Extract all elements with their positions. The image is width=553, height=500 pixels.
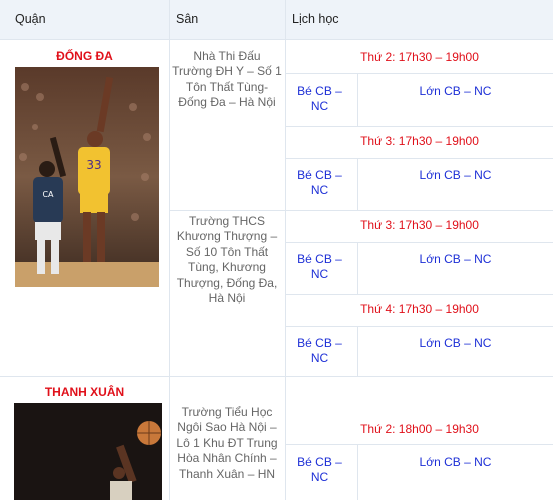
level-kids: Bé CB – NC bbox=[297, 252, 342, 281]
header-schedule: Lịch học bbox=[292, 12, 339, 26]
venue-name: Trường THCS Khương Thượng – Số 10 Tôn Th… bbox=[176, 214, 278, 306]
schedule-day: Thứ 3: 17h30 – 19h00 bbox=[360, 134, 479, 148]
svg-text:33: 33 bbox=[86, 158, 101, 172]
venue-name: Trường Tiểu Học Ngôi Sao Hà Nội – Lô 1 K… bbox=[176, 405, 278, 481]
level-adults: Lớn CB – NC bbox=[419, 252, 492, 266]
level-adults: Lớn CB – NC bbox=[419, 168, 492, 182]
district-name: ĐỐNG ĐA bbox=[56, 49, 113, 63]
table-header: Quận Sân Lịch học bbox=[0, 0, 553, 40]
level-adults: Lớn CB – NC bbox=[419, 455, 492, 469]
schedule-day: Thứ 2: 18h00 – 19h30 bbox=[360, 422, 479, 436]
table-row: ĐỐNG ĐA 33 CA Nhà Thi Đấu Trường ĐH Y – … bbox=[0, 40, 553, 376]
schedule-day: Thứ 3: 17h30 – 19h00 bbox=[360, 218, 479, 232]
venue-name: Nhà Thi Đấu Trường ĐH Y – Số 1 Tôn Thất … bbox=[172, 49, 282, 110]
level-kids: Bé CB – NC bbox=[297, 168, 342, 197]
schedule-day: Thứ 2: 17h30 – 19h00 bbox=[360, 50, 479, 64]
district-name: THANH XUÂN bbox=[44, 385, 125, 399]
level-adults: Lớn CB – NC bbox=[419, 84, 492, 98]
table-row: THANH XUÂN Trường Tiểu Học Ngôi Sao Hà N… bbox=[0, 377, 553, 500]
level-kids: Bé CB – NC bbox=[297, 336, 342, 365]
schedule-day: Thứ 4: 17h30 – 19h00 bbox=[360, 302, 479, 316]
basketball-photo-icon: 33 CA bbox=[15, 67, 159, 287]
level-adults: Lớn CB – NC bbox=[419, 336, 492, 350]
header-venue: Sân bbox=[176, 12, 199, 26]
level-kids: Bé CB – NC bbox=[297, 455, 342, 484]
level-kids: Bé CB – NC bbox=[297, 84, 342, 113]
svg-text:CA: CA bbox=[42, 190, 54, 199]
header-district: Quận bbox=[15, 12, 46, 26]
basketball-photo-icon bbox=[14, 403, 162, 500]
